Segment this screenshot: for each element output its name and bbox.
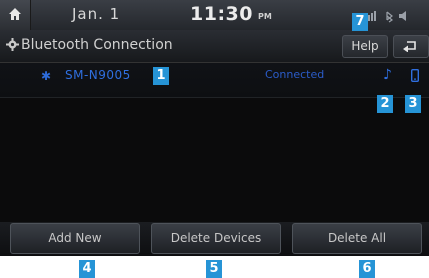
callout-6: 6 bbox=[359, 260, 375, 278]
callout-5: 5 bbox=[206, 260, 222, 278]
page-title: Bluetooth Connection bbox=[21, 37, 173, 53]
help-button[interactable]: Help bbox=[342, 35, 388, 58]
status-time: 11:30 bbox=[190, 3, 253, 25]
connection-status: Connected bbox=[265, 68, 325, 81]
callout-7: 7 bbox=[352, 13, 368, 31]
phone-icon[interactable] bbox=[411, 69, 419, 82]
volume-icon bbox=[399, 11, 406, 21]
back-arrow-icon bbox=[403, 41, 416, 52]
gear-icon bbox=[6, 38, 19, 51]
device-list-area bbox=[0, 98, 429, 222]
bluetooth-icon bbox=[386, 11, 394, 23]
add-new-button[interactable]: Add New bbox=[10, 223, 140, 254]
callout-2: 2 bbox=[377, 95, 393, 113]
device-name: SM-N9005 bbox=[65, 68, 131, 82]
home-button[interactable] bbox=[0, 0, 31, 30]
callout-3: 3 bbox=[405, 95, 421, 113]
status-ampm: PM bbox=[258, 12, 272, 21]
callout-4: 4 bbox=[79, 260, 95, 278]
home-icon bbox=[9, 8, 21, 20]
status-date: Jan. 1 bbox=[72, 5, 121, 23]
bluetooth-icon: ✱ bbox=[41, 69, 52, 83]
delete-all-button[interactable]: Delete All bbox=[292, 223, 422, 254]
back-button[interactable] bbox=[393, 35, 429, 58]
delete-devices-button[interactable]: Delete Devices bbox=[151, 223, 281, 254]
music-icon[interactable]: ♪ bbox=[383, 67, 392, 83]
screen: Jan. 1 11:30 PM Bluetooth Connection Hel… bbox=[0, 0, 429, 256]
callout-1: 1 bbox=[153, 67, 169, 85]
status-icons bbox=[365, 8, 425, 23]
